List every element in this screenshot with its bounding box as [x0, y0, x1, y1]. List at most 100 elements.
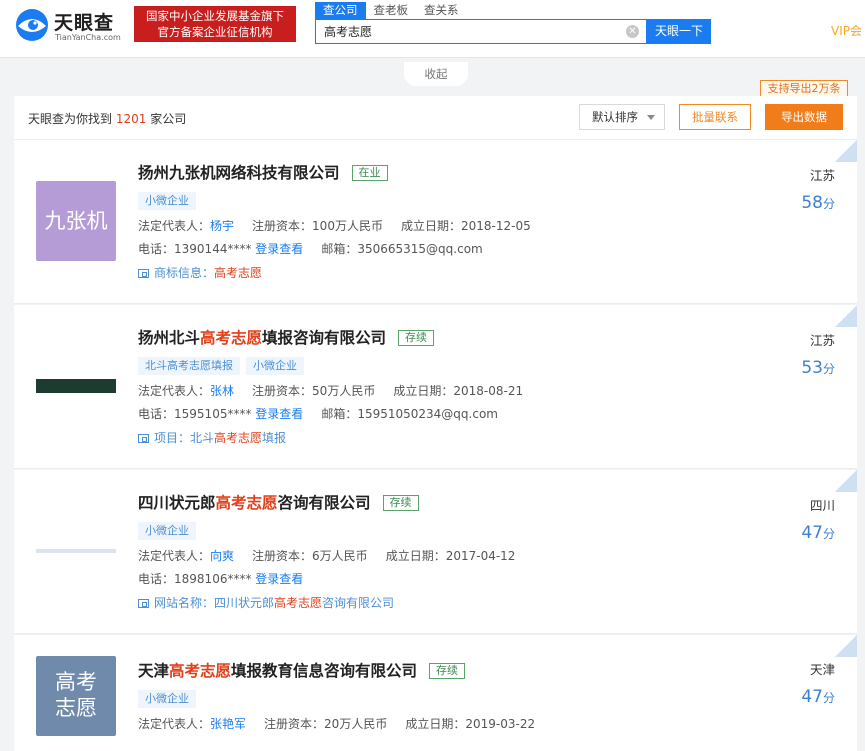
result-count: 1201	[115, 112, 147, 126]
tag: 小微企业	[138, 192, 196, 210]
capital-label: 注册资本：	[252, 384, 313, 398]
province: 江苏	[809, 168, 835, 183]
match-info: 项目：北斗高考志愿填报	[138, 429, 286, 446]
company-name-pre: 天津	[138, 662, 170, 680]
province: 江苏	[809, 333, 835, 348]
capital-value: 6万人民币	[312, 549, 368, 563]
company-card: 高考 志愿 天津高考志愿填报教育信息咨询有限公司 存续 小微企业 法定代表人：张艳…	[14, 635, 857, 751]
match-info: 商标信息：高考志愿	[138, 264, 262, 281]
capital-value: 100万人民币	[312, 219, 383, 233]
logo-line-1: 高考	[55, 670, 97, 694]
tab-company[interactable]: 查公司	[315, 2, 366, 19]
status-badge: 存续	[398, 330, 435, 346]
match-pre: 北斗	[190, 431, 215, 445]
capital-label: 注册资本：	[252, 549, 313, 563]
score-unit: 分	[822, 527, 835, 541]
company-name[interactable]: 扬州北斗高考志愿填报咨询有限公司 存续	[138, 326, 435, 348]
logo-line-2: 志愿	[55, 696, 97, 720]
result-summary: 天眼查为你找到 1201 家公司	[28, 110, 186, 127]
tianyancha-eye-icon	[16, 9, 48, 41]
rep-label: 法定代表人：	[138, 219, 211, 233]
match-info: 网站名称：四川状元郎高考志愿咨询有限公司	[138, 594, 394, 611]
phone-label: 电话：	[138, 407, 175, 421]
company-logo[interactable]: 九张机	[36, 181, 116, 261]
score-value: 47	[801, 687, 823, 707]
vip-link[interactable]: VIP会	[831, 22, 862, 39]
company-name-text: 扬州九张机网络科技有限公司	[138, 164, 340, 182]
contact-row: 电话：1595105**** 登录查看 邮箱：15951050234@qq.com	[138, 405, 498, 422]
login-view-link[interactable]: 登录查看	[255, 242, 303, 256]
legal-rep-link[interactable]: 张艳军	[210, 717, 246, 731]
clear-icon[interactable]: ✕	[626, 25, 639, 38]
logo-name: 天眼查	[54, 12, 115, 34]
score: 58分	[801, 193, 835, 213]
email-label: 邮箱：	[321, 242, 358, 256]
logo-domain: TianYanCha.com	[55, 33, 121, 42]
match-label: 网站名称：	[154, 596, 215, 610]
company-card: 四川状元郎高考志愿咨询有限公司 存续 小微企业 法定代表人：向爽 注册资本：6万人民…	[14, 470, 857, 634]
company-name-post: 填报咨询有限公司	[262, 329, 387, 347]
date-label: 成立日期：	[393, 384, 454, 398]
tag: 北斗高考志愿填报	[138, 357, 240, 375]
capital-label: 注册资本：	[264, 717, 325, 731]
company-name-highlight: 高考志愿	[169, 662, 232, 680]
login-view-link[interactable]: 登录查看	[255, 407, 303, 421]
status-badge: 存续	[382, 495, 419, 511]
company-name-pre: 扬州北斗	[138, 329, 201, 347]
date-value: 2018-08-21	[453, 384, 524, 398]
match-pre: 四川状元郎	[214, 596, 275, 610]
info-row: 法定代表人：向爽 注册资本：6万人民币 成立日期：2017-04-12	[138, 547, 515, 564]
tag-list: 小微企业	[138, 522, 196, 540]
company-logo[interactable]	[36, 346, 116, 426]
tab-relation[interactable]: 查关系	[416, 2, 467, 19]
search-button[interactable]: 天眼一下	[647, 19, 711, 44]
corner-mark	[835, 305, 857, 327]
info-row: 法定代表人：杨宇 注册资本：100万人民币 成立日期：2018-12-05	[138, 217, 531, 234]
info-row: 法定代表人：张林 注册资本：50万人民币 成立日期：2018-08-21	[138, 382, 523, 399]
search-input[interactable]	[316, 20, 616, 43]
score-value: 47	[801, 523, 823, 543]
capital-value: 20万人民币	[324, 717, 388, 731]
date-value: 2019-03-22	[465, 717, 536, 731]
export-data-button[interactable]: 导出数据	[765, 104, 843, 130]
score: 53分	[801, 358, 835, 378]
contact-row: 电话：1898106**** 登录查看	[138, 570, 303, 587]
match-post: 咨询有限公司	[322, 596, 395, 610]
legal-rep-link[interactable]: 向爽	[210, 549, 234, 563]
tag: 小微企业	[246, 357, 304, 375]
company-name-post: 填报教育信息咨询有限公司	[231, 662, 418, 680]
tab-boss[interactable]: 查老板	[366, 2, 417, 19]
date-label: 成立日期：	[400, 219, 461, 233]
match-highlight: 高考志愿	[214, 431, 263, 445]
status-badge: 存续	[429, 663, 466, 679]
company-name[interactable]: 天津高考志愿填报教育信息咨询有限公司 存续	[138, 659, 466, 681]
company-name-post: 咨询有限公司	[277, 494, 371, 512]
score: 47分	[801, 523, 835, 543]
date-label: 成立日期：	[385, 549, 446, 563]
tag-list: 北斗高考志愿填报 小微企业	[138, 357, 304, 375]
sort-select[interactable]: 默认排序	[579, 104, 665, 130]
batch-contact-button[interactable]: 批量联系	[679, 104, 751, 130]
login-view-link[interactable]: 登录查看	[255, 572, 303, 586]
score-value: 53	[801, 358, 823, 378]
tianyancha-logo[interactable]: 天眼查 TianYanCha.com	[14, 6, 130, 46]
status-badge: 在业	[351, 165, 388, 181]
email-label: 邮箱：	[321, 407, 358, 421]
match-label: 商标信息：	[154, 266, 215, 280]
company-card: 扬州北斗高考志愿填报咨询有限公司 存续 北斗高考志愿填报 小微企业 法定代表人：张…	[14, 305, 857, 469]
company-name[interactable]: 扬州九张机网络科技有限公司 在业	[138, 161, 388, 183]
company-logo[interactable]: 高考 志愿	[36, 656, 116, 736]
date-value: 2018-12-05	[460, 219, 531, 233]
email-value: 15951050234@qq.com	[357, 407, 498, 421]
sort-label: 默认排序	[592, 110, 638, 124]
collapse-button[interactable]: 收起	[404, 62, 468, 86]
legal-rep-link[interactable]: 张林	[210, 384, 234, 398]
tag: 小微企业	[138, 690, 196, 708]
info-row: 法定代表人：张艳军 注册资本：20万人民币 成立日期：2019-03-22	[138, 715, 535, 732]
legal-rep-link[interactable]: 杨宇	[210, 219, 234, 233]
rep-label: 法定代表人：	[138, 384, 211, 398]
company-name[interactable]: 四川状元郎高考志愿咨询有限公司 存续	[138, 491, 419, 513]
company-logo[interactable]	[36, 511, 116, 591]
results-toolbar: 天眼查为你找到 1201 家公司 默认排序 批量联系 导出数据	[14, 96, 857, 140]
score-value: 58	[801, 193, 823, 213]
